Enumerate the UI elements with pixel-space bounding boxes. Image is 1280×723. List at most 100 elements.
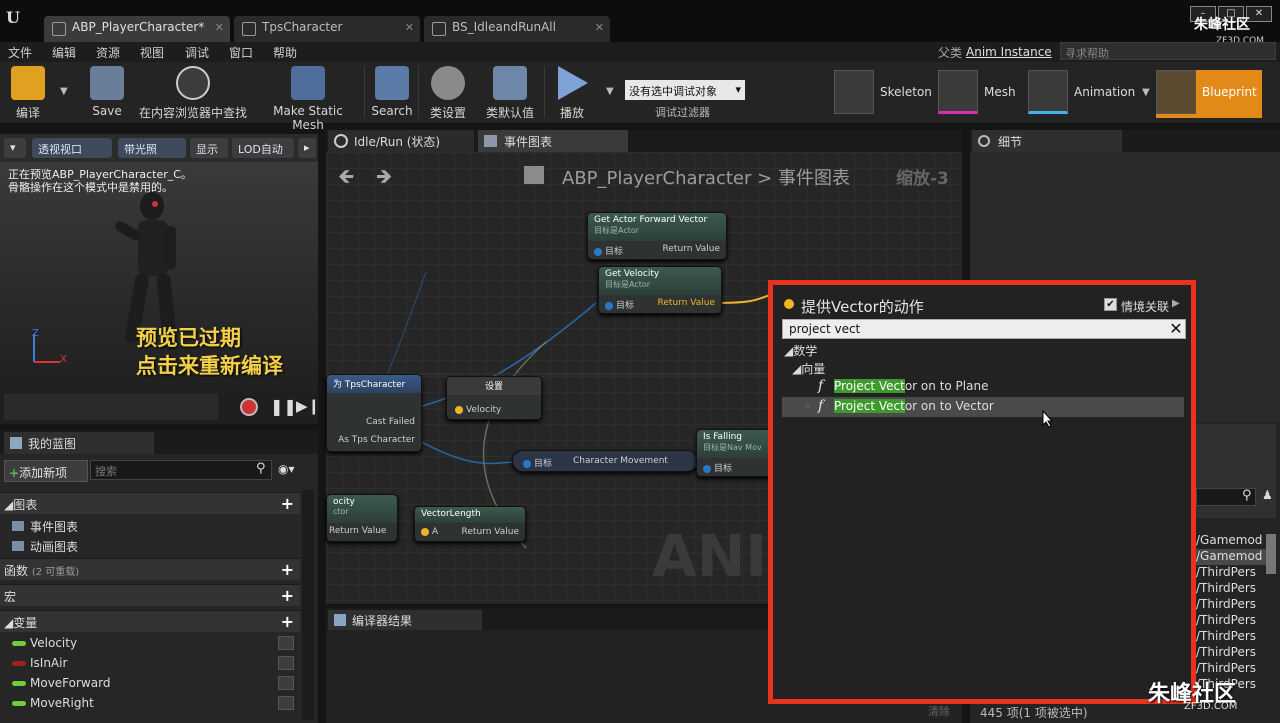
- favorite-star-icon[interactable]: ☆: [804, 402, 811, 411]
- menu-edit[interactable]: 编辑: [52, 44, 76, 61]
- pause-button[interactable]: ❚❚: [270, 397, 297, 416]
- tab-bs-idleandrunall[interactable]: BS_IdleandRunAll ✕: [424, 16, 610, 42]
- compile-button[interactable]: 编译: [4, 64, 52, 122]
- node-get-actor-forward-vector[interactable]: Get Actor Forward Vector 目标是Actor 目标 Retu…: [587, 212, 727, 260]
- node-get-velocity[interactable]: Get Velocity 目标是Actor 目标 Return Value: [598, 266, 722, 314]
- context-sensitive-checkbox[interactable]: ✔: [1104, 298, 1117, 311]
- asset-row[interactable]: /ThirdPers: [1196, 629, 1266, 645]
- lod-button[interactable]: LOD自动: [232, 138, 294, 158]
- eye-closed-icon[interactable]: [278, 656, 294, 670]
- variable-moveright[interactable]: MoveRight: [8, 694, 298, 714]
- menu-view[interactable]: 视图: [140, 44, 164, 61]
- eye-closed-icon[interactable]: [278, 676, 294, 690]
- input-pin-icon[interactable]: [523, 459, 531, 468]
- add-function-icon[interactable]: +: [281, 560, 294, 579]
- add-variable-icon[interactable]: +: [281, 612, 294, 631]
- find-in-content-browser-button[interactable]: 在内容浏览器中查找: [136, 64, 250, 122]
- input-pin-icon[interactable]: [703, 464, 711, 473]
- node-cast-to-tpscharacter[interactable]: 为 TpsCharacter Cast Failed As Tps Charac…: [326, 374, 422, 452]
- node-is-falling[interactable]: Is Falling 目标是Nav Mov 目标: [696, 429, 772, 477]
- node-vector-length[interactable]: VectorLength A Return Value: [414, 506, 526, 542]
- mode-skeleton[interactable]: Skeleton: [834, 70, 934, 118]
- input-pin-icon[interactable]: [605, 301, 613, 310]
- action-search-input[interactable]: project vect: [782, 319, 1186, 339]
- more-icon[interactable]: ▸: [298, 138, 316, 158]
- tab-details[interactable]: 细节: [972, 130, 1122, 152]
- play-button[interactable]: 播放: [550, 64, 594, 122]
- tab-tpscharacter[interactable]: TpsCharacter ✕: [234, 16, 420, 42]
- action-project-vector-on-plane[interactable]: f Project Vector on to Plane: [782, 377, 1184, 397]
- asset-scrollbar[interactable]: [1266, 534, 1276, 574]
- menu-debug[interactable]: 调试: [185, 44, 209, 61]
- section-macros[interactable]: 宏 +: [0, 584, 300, 606]
- tab-abp-playercharacter[interactable]: ABP_PlayerCharacter* ✕: [44, 16, 230, 42]
- asset-row[interactable]: /Gamemod: [1196, 533, 1266, 549]
- input-pin-icon[interactable]: [455, 405, 463, 414]
- variable-moveforward[interactable]: MoveForward: [8, 674, 298, 694]
- menu-help[interactable]: 帮助: [273, 44, 297, 61]
- category-vector[interactable]: ◢向量: [792, 360, 825, 377]
- asset-row[interactable]: /ThirdPers: [1196, 597, 1266, 613]
- close-icon[interactable]: ✕: [405, 21, 414, 34]
- asset-row[interactable]: /ThirdPers: [1196, 565, 1266, 581]
- show-button[interactable]: 显示: [190, 138, 228, 158]
- node-character-movement[interactable]: 目标 Character Movement: [512, 450, 698, 472]
- mode-blueprint[interactable]: Blueprint: [1156, 70, 1262, 118]
- debug-object-select[interactable]: 没有选中调试对象 ▾: [625, 80, 745, 100]
- section-graphs[interactable]: ◢图表 +: [0, 492, 300, 514]
- eye-closed-icon[interactable]: [278, 636, 294, 650]
- class-defaults-button[interactable]: 类默认值: [480, 64, 540, 122]
- help-search-input[interactable]: 寻求帮助: [1060, 42, 1276, 60]
- category-math[interactable]: ◢数学: [784, 342, 817, 359]
- add-macro-icon[interactable]: +: [281, 586, 294, 605]
- chevron-right-icon[interactable]: ▶: [1172, 298, 1180, 309]
- make-static-mesh-button[interactable]: Make Static Mesh: [256, 64, 360, 132]
- record-button[interactable]: [240, 398, 258, 416]
- node-set-velocity[interactable]: 设置 Velocity: [446, 376, 542, 420]
- graph-item-anim-graph[interactable]: 动画图表: [8, 536, 78, 556]
- asset-row[interactable]: /ThirdPers: [1196, 613, 1266, 629]
- timeline-track[interactable]: [4, 394, 218, 420]
- section-variables[interactable]: ◢变量 +: [0, 610, 300, 632]
- parent-class-link[interactable]: Anim Instance: [966, 45, 1052, 59]
- tab-idle-run-state[interactable]: Idle/Run (状态): [328, 130, 474, 152]
- node-get-velocity-2[interactable]: ocity ctor Return Value: [326, 494, 398, 542]
- close-icon[interactable]: ✕: [215, 21, 224, 34]
- class-settings-button[interactable]: 类设置: [424, 64, 472, 122]
- eye-closed-icon[interactable]: [278, 696, 294, 710]
- menu-asset[interactable]: 资源: [96, 44, 120, 61]
- add-graph-icon[interactable]: +: [281, 494, 294, 513]
- click-to-recompile-text[interactable]: 点击来重新编译: [136, 350, 283, 380]
- asset-row[interactable]: /ThirdPers: [1196, 661, 1266, 677]
- blueprint-search-input[interactable]: 搜索: [90, 460, 272, 480]
- tab-my-blueprint[interactable]: 我的蓝图: [4, 432, 154, 454]
- tab-event-graph[interactable]: 事件图表: [478, 130, 628, 152]
- add-new-button[interactable]: +添加新项: [4, 460, 88, 482]
- viewport-options-chevron-icon[interactable]: ▾: [4, 138, 26, 158]
- save-button[interactable]: Save: [84, 64, 130, 122]
- search-button[interactable]: Search: [370, 64, 414, 122]
- variable-isinair[interactable]: IsInAir: [8, 654, 298, 674]
- lit-button[interactable]: 带光照: [118, 138, 186, 158]
- play-options-chevron-icon[interactable]: ▼: [606, 86, 614, 97]
- tab-compiler-results[interactable]: 编译器结果: [328, 610, 482, 630]
- compile-options-chevron-icon[interactable]: ▼: [60, 86, 68, 97]
- input-pin-icon[interactable]: [421, 527, 429, 536]
- asset-row[interactable]: /ThirdPers: [1196, 581, 1266, 597]
- menu-window[interactable]: 窗口: [229, 44, 253, 61]
- asset-row[interactable]: /ThirdPers: [1196, 645, 1266, 661]
- mode-animation[interactable]: Animation ▼: [1028, 70, 1152, 118]
- input-pin-icon[interactable]: [594, 247, 602, 256]
- section-functions[interactable]: 函数 (2 可重载) +: [0, 558, 300, 580]
- user-icon[interactable]: ♟: [1262, 488, 1273, 502]
- mode-mesh[interactable]: Mesh: [938, 70, 1028, 118]
- menu-file[interactable]: 文件: [8, 44, 32, 61]
- close-icon[interactable]: ✕: [595, 21, 604, 34]
- perspective-button[interactable]: 透视视口: [32, 138, 112, 158]
- action-project-vector-on-vector[interactable]: ☆ f Project Vector on to Vector: [782, 397, 1184, 417]
- asset-row-selected[interactable]: /Gamemod: [1196, 549, 1266, 565]
- clear-search-icon[interactable]: ✕: [1167, 319, 1185, 339]
- variable-velocity[interactable]: Velocity: [8, 634, 298, 654]
- graph-item-event-graph[interactable]: 事件图表: [8, 516, 78, 536]
- visibility-eye-icon[interactable]: ◉▾: [278, 462, 295, 476]
